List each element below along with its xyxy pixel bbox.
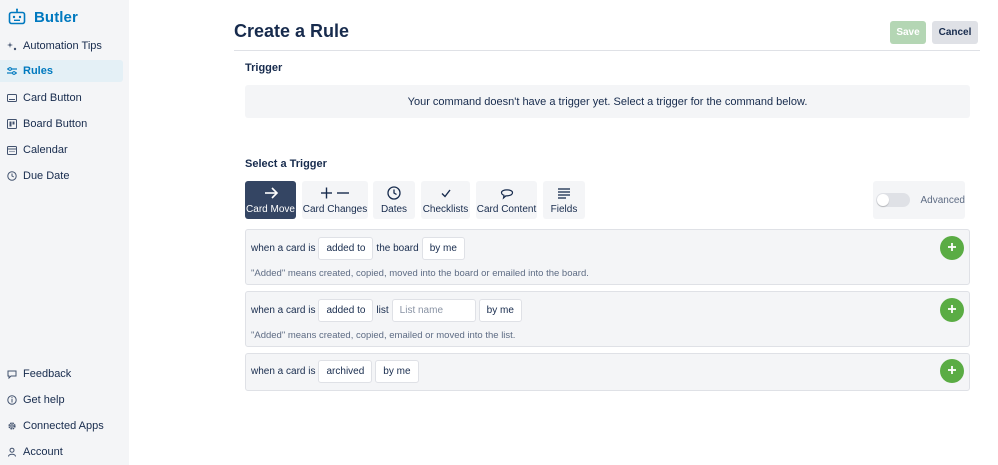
sidebar-item-label: Automation Tips	[23, 40, 102, 52]
rule-sentence: when a card is added to the board by me	[251, 237, 465, 260]
tab-card-changes[interactable]: Card Changes	[302, 181, 368, 219]
rule-middle: the board	[376, 243, 419, 254]
plus-minus-icon	[320, 186, 350, 200]
trigger-heading: Trigger	[245, 62, 283, 74]
tab-dates[interactable]: Dates	[373, 181, 415, 219]
calendar-icon	[7, 145, 17, 155]
card-button-icon	[7, 93, 17, 103]
user-icon	[7, 447, 17, 457]
tab-label: Fields	[550, 204, 578, 215]
tab-label: Card Move	[246, 204, 295, 215]
sidebar-item-account[interactable]: Account	[0, 441, 123, 463]
sidebar-item-label: Feedback	[23, 368, 72, 380]
header-divider	[234, 50, 980, 51]
save-button[interactable]: Save	[890, 21, 926, 44]
tab-fields[interactable]: Fields	[543, 181, 585, 219]
action-select[interactable]: added to	[318, 237, 374, 260]
sidebar-item-label: Rules	[23, 65, 53, 77]
sidebar-item-label: Card Button	[23, 92, 82, 104]
arrow-right-icon	[263, 186, 279, 200]
sidebar-item-calendar[interactable]: Calendar	[0, 139, 123, 161]
speech-bubble-icon	[7, 369, 17, 380]
actor-select[interactable]: by me	[478, 299, 522, 322]
rule-prefix: when a card is	[251, 243, 316, 254]
tab-label: Card Content	[476, 204, 537, 215]
help-icon	[7, 395, 17, 405]
trigger-option-archived: when a card is archived by me	[245, 353, 970, 391]
rule-prefix: when a card is	[251, 305, 316, 316]
plus-icon	[947, 362, 957, 380]
brand-name: Butler	[34, 8, 78, 26]
sidebar-item-label: Due Date	[23, 170, 70, 182]
sidebar-item-automation-tips[interactable]: Automation Tips	[0, 35, 123, 57]
sidebar-item-connected-apps[interactable]: Connected Apps	[0, 415, 123, 437]
sidebar-item-get-help[interactable]: Get help	[0, 389, 123, 411]
sliders-icon	[7, 66, 17, 76]
butler-robot-icon	[8, 8, 26, 26]
trigger-option-added-to-list: when a card is added to list by me "Adde…	[245, 291, 970, 347]
add-trigger-button[interactable]	[940, 298, 964, 322]
sidebar-item-label: Board Button	[23, 118, 88, 130]
sidebar-item-board-button[interactable]: Board Button	[0, 113, 123, 135]
add-trigger-button[interactable]	[940, 236, 964, 260]
comment-icon	[499, 186, 515, 200]
advanced-label: Advanced	[920, 194, 965, 206]
page-title: Create a Rule	[234, 21, 350, 41]
action-select[interactable]: added to	[318, 299, 374, 322]
advanced-toggle[interactable]: Advanced	[873, 181, 965, 219]
tab-card-content[interactable]: Card Content	[476, 181, 537, 219]
sparkle-icon	[7, 41, 17, 51]
trigger-empty-message: Your command doesn't have a trigger yet.…	[407, 95, 808, 108]
trigger-empty-state: Your command doesn't have a trigger yet.…	[245, 85, 970, 118]
rule-note: "Added" means created, copied, emailed o…	[251, 330, 516, 341]
tab-label: Card Changes	[302, 204, 368, 215]
actor-select[interactable]: by me	[421, 237, 465, 260]
cancel-button[interactable]: Cancel	[932, 21, 978, 44]
sidebar-item-label: Account	[23, 446, 63, 458]
sidebar-item-label: Connected Apps	[23, 420, 104, 432]
sidebar-item-rules[interactable]: Rules	[0, 60, 123, 82]
clock-icon	[386, 186, 402, 200]
tab-label: Checklists	[422, 204, 469, 215]
rule-sentence: when a card is archived by me	[251, 360, 419, 383]
rule-middle: list	[376, 305, 389, 316]
rule-note: "Added" means created, copied, moved int…	[251, 268, 589, 279]
rule-prefix: when a card is	[251, 366, 316, 377]
gear-icon	[7, 421, 17, 431]
brand[interactable]: Butler	[8, 6, 78, 28]
board-button-icon	[7, 119, 17, 129]
advanced-switch[interactable]	[876, 193, 910, 207]
sidebar-item-card-button[interactable]: Card Button	[0, 87, 123, 109]
sidebar-item-label: Calendar	[23, 144, 68, 156]
add-trigger-button[interactable]	[940, 359, 964, 383]
tab-checklists[interactable]: Checklists	[421, 181, 470, 219]
plus-icon	[947, 301, 957, 319]
rule-sentence: when a card is added to list by me	[251, 299, 522, 322]
sidebar-item-due-date[interactable]: Due Date	[0, 165, 123, 187]
sidebar-item-feedback[interactable]: Feedback	[0, 363, 123, 385]
clock-icon	[7, 171, 17, 181]
tab-card-move[interactable]: Card Move	[245, 181, 296, 219]
actor-select[interactable]: by me	[375, 360, 419, 383]
toggle-knob	[877, 194, 889, 206]
sidebar-item-label: Get help	[23, 394, 65, 406]
sidebar: Butler Automation Tips Rules Card Button…	[0, 0, 129, 465]
lines-icon	[556, 186, 572, 200]
action-select[interactable]: archived	[318, 360, 373, 383]
list-name-input[interactable]	[391, 299, 476, 322]
trigger-option-added-to-board: when a card is added to the board by me …	[245, 229, 970, 285]
tab-label: Dates	[380, 204, 408, 215]
plus-icon	[947, 239, 957, 257]
checkmark-icon	[438, 186, 454, 200]
select-trigger-heading: Select a Trigger	[245, 158, 327, 170]
